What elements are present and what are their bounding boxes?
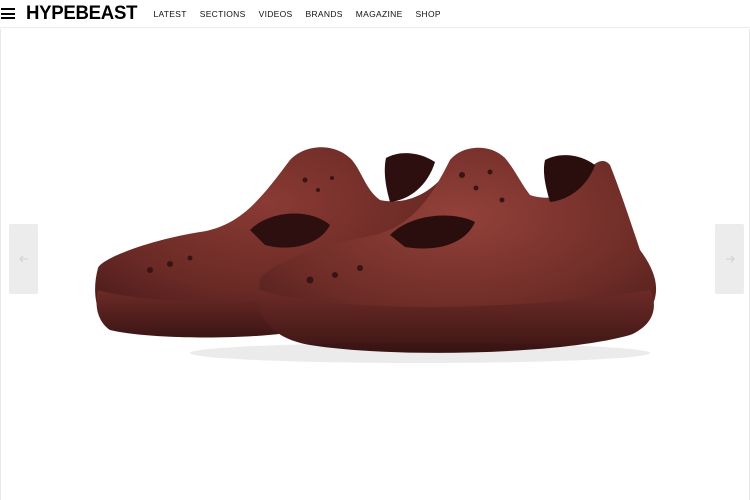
- nav-item-latest[interactable]: LATEST: [153, 9, 186, 19]
- nav-item-sections[interactable]: SECTIONS: [200, 9, 246, 19]
- site-header: HYPEBEAST LATEST SECTIONS VIDEOS BRANDS …: [0, 0, 750, 28]
- site-logo[interactable]: HYPEBEAST: [26, 4, 137, 23]
- main-nav: LATEST SECTIONS VIDEOS BRANDS MAGAZINE S…: [153, 9, 453, 19]
- next-slide-button[interactable]: [715, 224, 744, 294]
- prev-slide-button[interactable]: [9, 224, 38, 294]
- product-image: [95, 147, 657, 363]
- arrow-left-icon: [18, 255, 28, 263]
- gallery-left-border: [0, 29, 1, 500]
- nav-item-brands[interactable]: BRANDS: [306, 9, 343, 19]
- nav-item-shop[interactable]: SHOP: [416, 9, 441, 19]
- nav-item-videos[interactable]: VIDEOS: [259, 9, 293, 19]
- nav-item-magazine[interactable]: MAGAZINE: [356, 9, 403, 19]
- menu-icon[interactable]: [1, 8, 15, 19]
- arrow-right-icon: [725, 255, 735, 263]
